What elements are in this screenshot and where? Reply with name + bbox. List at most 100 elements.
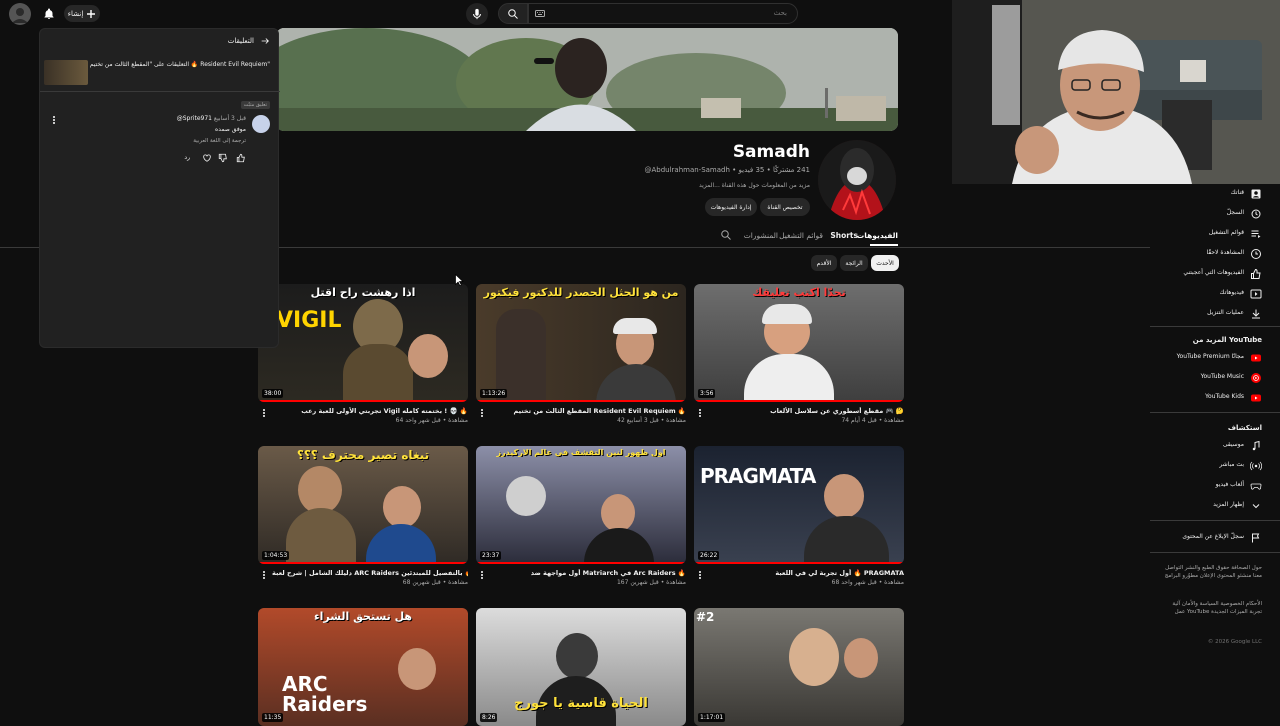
comment-video-thumbnail[interactable]	[44, 60, 88, 85]
more-options-icon[interactable]	[478, 570, 486, 580]
more-options-icon[interactable]	[696, 570, 704, 580]
comment-video-title[interactable]: التعليقات على "المقطع الثالث من تختيم 🔥 …	[90, 61, 270, 68]
sidebar-item-label: السجلّ	[1226, 209, 1244, 216]
plus-icon	[87, 9, 96, 18]
video-thumbnail[interactable]: تبغاه تصير محترف ؟؟؟ 1:04:53	[258, 446, 468, 564]
sidebar-item-live[interactable]: بث مباشر	[1150, 456, 1280, 476]
sidebar-item-liked-videos[interactable]: الفيديوهات التي أعجبتني	[1150, 264, 1280, 284]
thumbnail-text: هل تستحق الشراء	[313, 610, 413, 623]
chip-popular[interactable]: الرائجة	[840, 255, 868, 271]
video-card[interactable]: هل تستحق الشراء ARC Raiders 11:35	[258, 608, 468, 726]
sidebar-item-watch-later[interactable]: المشاهدة لاحقًا	[1150, 244, 1280, 264]
watch-progress-bar	[258, 562, 468, 564]
watch-progress-bar	[694, 400, 904, 402]
reply-button[interactable]: رد	[184, 154, 190, 161]
notifications-bell-icon[interactable]	[38, 3, 60, 25]
video-title[interactable]: مقطع أسطوري عن سلاسل الألعاب 🎮 🤔	[694, 407, 904, 415]
video-thumbnail[interactable]: هل تستحق الشراء ARC Raiders 11:35	[258, 608, 468, 726]
sidebar-item-youtube-music[interactable]: YouTube Music	[1150, 368, 1280, 388]
video-card[interactable]: اول ظهور لنين التقشف في عالم الاركيدرز 2…	[476, 446, 686, 586]
video-title[interactable]: تجربتي الأولى للعبة رعب Vigil بختمته كام…	[258, 407, 468, 415]
video-title[interactable]: المقطع الثالث من تختيم Resident Evil Req…	[476, 407, 686, 415]
chip-latest[interactable]: الأحدث	[871, 255, 899, 271]
thumbnail-body	[744, 354, 834, 402]
video-card[interactable]: تبغاه تصير محترف ؟؟؟ 1:04:53 دليلك الشام…	[258, 446, 468, 586]
like-icon[interactable]	[236, 153, 246, 163]
sidebar-item-history[interactable]: السجلّ	[1150, 204, 1280, 224]
video-card[interactable]: تحدّا اكتب تعليقك 3:56 مقطع أسطوري عن سل…	[694, 284, 904, 424]
more-options-icon[interactable]	[478, 408, 486, 418]
sidebar-item-playlists[interactable]: قوائم التشغيل	[1150, 224, 1280, 244]
vigil-logo: VIGIL	[276, 308, 342, 333]
video-thumbnail[interactable]: الحياة قاسية يا جورج 8:26	[476, 608, 686, 726]
video-card[interactable]: #2 1:17:01	[694, 608, 904, 726]
video-meta: 64 مشاهدة • قبل شهر واحد	[395, 417, 468, 424]
video-meta: 42 مشاهدة • قبل 3 أسابيع	[617, 417, 686, 424]
video-card[interactable]: الحياة قاسية يا جورج 8:26	[476, 608, 686, 726]
video-card[interactable]: من هو الحثل الحصدر للدكتور فيكتور 1:13:2…	[476, 284, 686, 424]
tab-shorts[interactable]: Shorts	[830, 231, 858, 240]
video-thumbnail[interactable]: اول ظهور لنين التقشف في عالم الاركيدرز 2…	[476, 446, 686, 564]
video-duration: 26:22	[698, 551, 720, 560]
search-input[interactable]: بحث	[528, 3, 798, 24]
live-icon	[1250, 461, 1262, 471]
search-icon	[508, 8, 518, 19]
thumbnail-creature-body	[343, 344, 413, 402]
sidebar-item-youtube-kids[interactable]: YouTube Kids	[1150, 388, 1280, 408]
comment-text: موفق صمده	[215, 126, 246, 133]
more-options-icon[interactable]	[696, 408, 704, 418]
channel-search-icon[interactable]	[720, 229, 732, 241]
video-title[interactable]: أول تجربة لي في اللعبة 🔥 PRAGMATA	[694, 569, 904, 577]
thumbnail-orb	[506, 476, 546, 516]
manage-videos-button[interactable]: إدارة الفيديوهات	[705, 198, 757, 216]
video-title[interactable]: أول مواجهة ضد Matriarch في Arc Raiders 🔥	[476, 569, 686, 577]
sidebar-item-your-videos[interactable]: فيديوهاتك	[1150, 284, 1280, 304]
tab-videos[interactable]: الفيديوهات	[857, 231, 898, 240]
sidebar-item-youtube-premium[interactable]: YouTube Premium مجانًا	[1150, 348, 1280, 368]
chip-oldest[interactable]: الأقدم	[811, 255, 837, 271]
video-thumbnail[interactable]: VIGIL اذا رهشت راح اقتل 38:00	[258, 284, 468, 402]
video-thumbnail[interactable]: PRAGMATA 26:22	[694, 446, 904, 564]
sidebar-item-music[interactable]: موسيقى	[1150, 436, 1280, 456]
video-thumbnail[interactable]: #2 1:17:01	[694, 608, 904, 726]
video-card[interactable]: VIGIL اذا رهشت راح اقتل 38:00 تجربتي الأ…	[258, 284, 468, 424]
comment-more-options-icon[interactable]	[50, 115, 58, 125]
more-options-icon[interactable]	[260, 408, 268, 418]
channel-description[interactable]: مزيد من المعلومات حول هذه القناة ...المز…	[699, 182, 810, 189]
comment-author[interactable]: @Sprite971	[177, 115, 212, 122]
comment-time: قبل 3 أسابيع	[213, 115, 246, 122]
footer-policy-links[interactable]: الأحكام الخصوصية السياسة والأمان آلية عم…	[1162, 600, 1262, 616]
sidebar-item-label: إظهار المزيد	[1213, 501, 1244, 508]
sidebar-item-label: فيديوهاتك	[1219, 289, 1244, 296]
sidebar-item-your-channel[interactable]: قناتك	[1150, 184, 1280, 204]
search-button[interactable]	[498, 3, 528, 24]
video-thumbnail[interactable]: تحدّا اكتب تعليقك 3:56	[694, 284, 904, 402]
channel-avatar[interactable]	[818, 140, 896, 220]
translate-link[interactable]: ترجمة إلى اللغة العربية	[193, 138, 246, 144]
heart-icon[interactable]	[202, 153, 212, 163]
tab-playlists[interactable]: قوائم التشغيل	[779, 231, 823, 240]
dislike-icon[interactable]	[218, 153, 228, 163]
footer-links[interactable]: حول الصحافة حقوق الطبع والنشر التواصل مع…	[1162, 564, 1262, 580]
sidebar-item-gaming[interactable]: ألعاب فيديو	[1150, 476, 1280, 496]
customize-channel-button[interactable]: تخصيص القناة	[760, 198, 810, 216]
video-duration: 38:00	[262, 389, 284, 398]
sidebar-item-show-more[interactable]: إظهار المزيد	[1150, 496, 1280, 516]
tab-posts[interactable]: المنشورات	[744, 231, 778, 240]
webcam-feed	[952, 0, 1280, 184]
sidebar-item-label: قناتك	[1230, 189, 1244, 196]
voice-search-mic-icon[interactable]	[466, 3, 488, 25]
keyboard-icon[interactable]	[535, 9, 545, 18]
sidebar-item-downloads[interactable]: عمليات التنزيل	[1150, 304, 1280, 324]
video-card[interactable]: PRAGMATA 26:22 أول تجربة لي في اللعبة 🔥 …	[694, 446, 904, 586]
sidebar-item-report-history[interactable]: سجلّ الإبلاغ عن المحتوى	[1150, 528, 1280, 548]
back-arrow-icon[interactable]	[260, 36, 270, 46]
video-thumbnail[interactable]: من هو الحثل الحصدر للدكتور فيكتور 1:13:2…	[476, 284, 686, 402]
more-options-icon[interactable]	[260, 570, 268, 580]
video-duration: 1:13:26	[480, 389, 508, 398]
thumbnail-face	[398, 648, 436, 690]
video-title[interactable]: دليلك الشامل | شرح لعبة ARC Raiders بالت…	[258, 569, 468, 577]
create-button[interactable]: إنشاء	[64, 5, 100, 22]
account-avatar[interactable]	[9, 3, 31, 25]
commenter-avatar[interactable]	[252, 115, 270, 133]
